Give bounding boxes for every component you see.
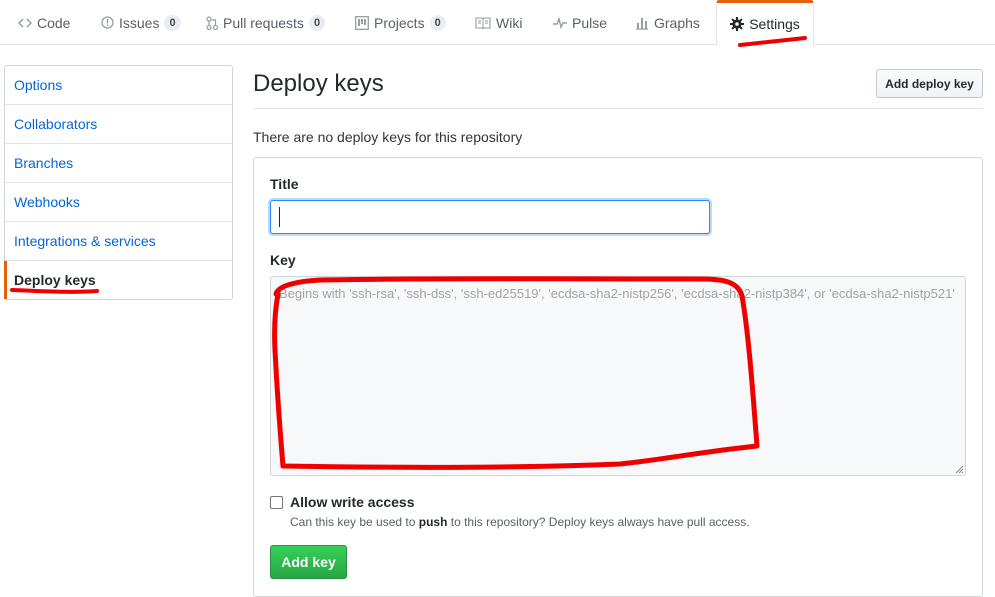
gear-icon (730, 17, 745, 31)
sidebar-item-deploy-keys[interactable]: Deploy keys (4, 261, 232, 299)
issue-icon (101, 16, 114, 29)
key-placeholder: Begins with 'ssh-rsa', 'ssh-dss', 'ssh-e… (279, 286, 955, 301)
tab-label: Wiki (496, 14, 523, 31)
note-text: Can this key be used to (290, 515, 419, 529)
tab-label: Pull requests (223, 14, 304, 31)
tab-label: Projects (374, 14, 425, 31)
tab-label: Issues (119, 14, 160, 31)
tab-label: Settings (749, 16, 800, 32)
add-deploy-key-button[interactable]: Add deploy key (876, 69, 983, 98)
title-label: Title (270, 176, 299, 192)
project-icon (355, 15, 369, 30)
tab-issues[interactable]: Issues 0 (101, 0, 181, 45)
page-title: Deploy keys (253, 70, 384, 97)
repo-nav: Code Issues 0 Pull requests 0 Projects 0… (0, 0, 995, 46)
tab-settings[interactable]: Settings (716, 0, 814, 46)
sidebar-item-integrations[interactable]: Integrations & services (5, 222, 232, 261)
sidebar-item-webhooks[interactable]: Webhooks (5, 183, 232, 222)
sidebar-item-options[interactable]: Options (5, 66, 232, 105)
allow-write-note: Can this key be used to push to this rep… (290, 515, 750, 529)
key-textarea[interactable] (270, 276, 966, 476)
tab-projects[interactable]: Projects 0 (355, 0, 446, 45)
settings-sidebar: Options Collaborators Branches Webhooks … (4, 65, 233, 300)
tab-wiki[interactable]: Wiki (475, 0, 522, 45)
pull-requests-counter: 0 (308, 14, 326, 31)
title-divider (253, 108, 983, 109)
allow-write-checkbox[interactable] (270, 496, 283, 509)
note-text: to this repository? Deploy keys always h… (447, 515, 750, 529)
resize-grip-icon[interactable] (954, 464, 964, 474)
pull-request-icon (206, 15, 218, 30)
title-input[interactable] (270, 200, 710, 234)
allow-write-label[interactable]: Allow write access (290, 494, 415, 510)
text-cursor (279, 207, 280, 227)
tab-graphs[interactable]: Graphs (635, 0, 700, 45)
code-icon (18, 17, 32, 29)
tab-pull-requests[interactable]: Pull requests 0 (206, 0, 326, 45)
projects-counter: 0 (429, 14, 446, 31)
sidebar-item-branches[interactable]: Branches (5, 144, 232, 183)
issues-counter: 0 (164, 14, 181, 31)
add-key-button[interactable]: Add key (270, 545, 347, 579)
note-emphasis: push (418, 515, 448, 529)
pulse-icon (553, 16, 567, 29)
tab-label: Code (37, 14, 71, 31)
tab-label: Pulse (572, 14, 608, 31)
tab-code[interactable]: Code (18, 0, 70, 45)
graph-icon (635, 16, 649, 30)
empty-state-message: There are no deploy keys for this reposi… (253, 129, 523, 145)
key-label: Key (270, 252, 296, 268)
book-icon (475, 16, 491, 29)
tab-label: Graphs (654, 14, 700, 31)
sidebar-item-collaborators[interactable]: Collaborators (5, 105, 232, 144)
tab-pulse[interactable]: Pulse (553, 0, 607, 45)
